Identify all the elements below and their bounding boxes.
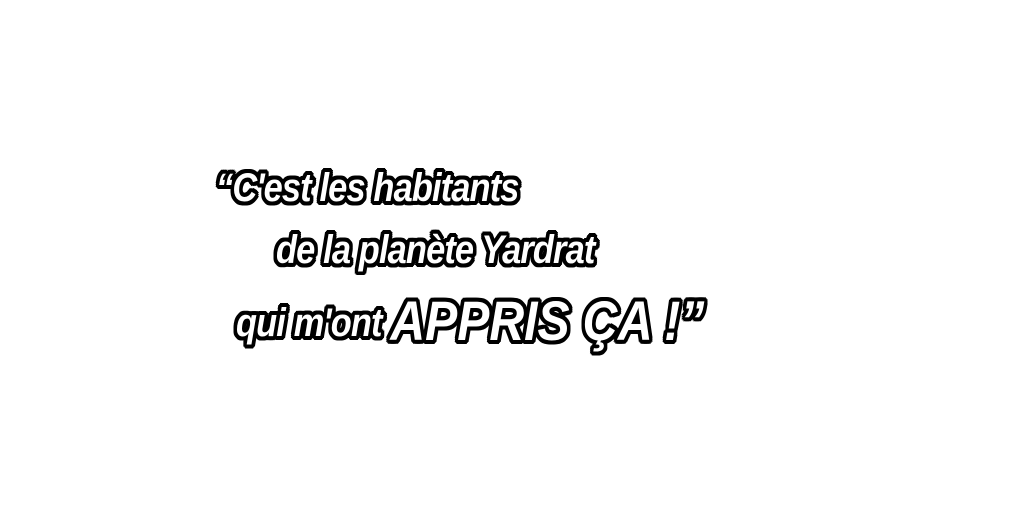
- quote-panel: “C'est les habitants de la planète Yardr…: [0, 0, 1024, 512]
- quote-line-2: de la planète Yardrat: [276, 228, 595, 272]
- quote-line-3-lead: qui m'ont: [236, 301, 391, 345]
- quote-line-1: “C'est les habitants: [216, 166, 519, 210]
- quote-emphasis: APPRIS ÇA !”: [390, 289, 705, 352]
- quote-line-3: qui m'ont APPRIS ÇA !”: [236, 284, 705, 352]
